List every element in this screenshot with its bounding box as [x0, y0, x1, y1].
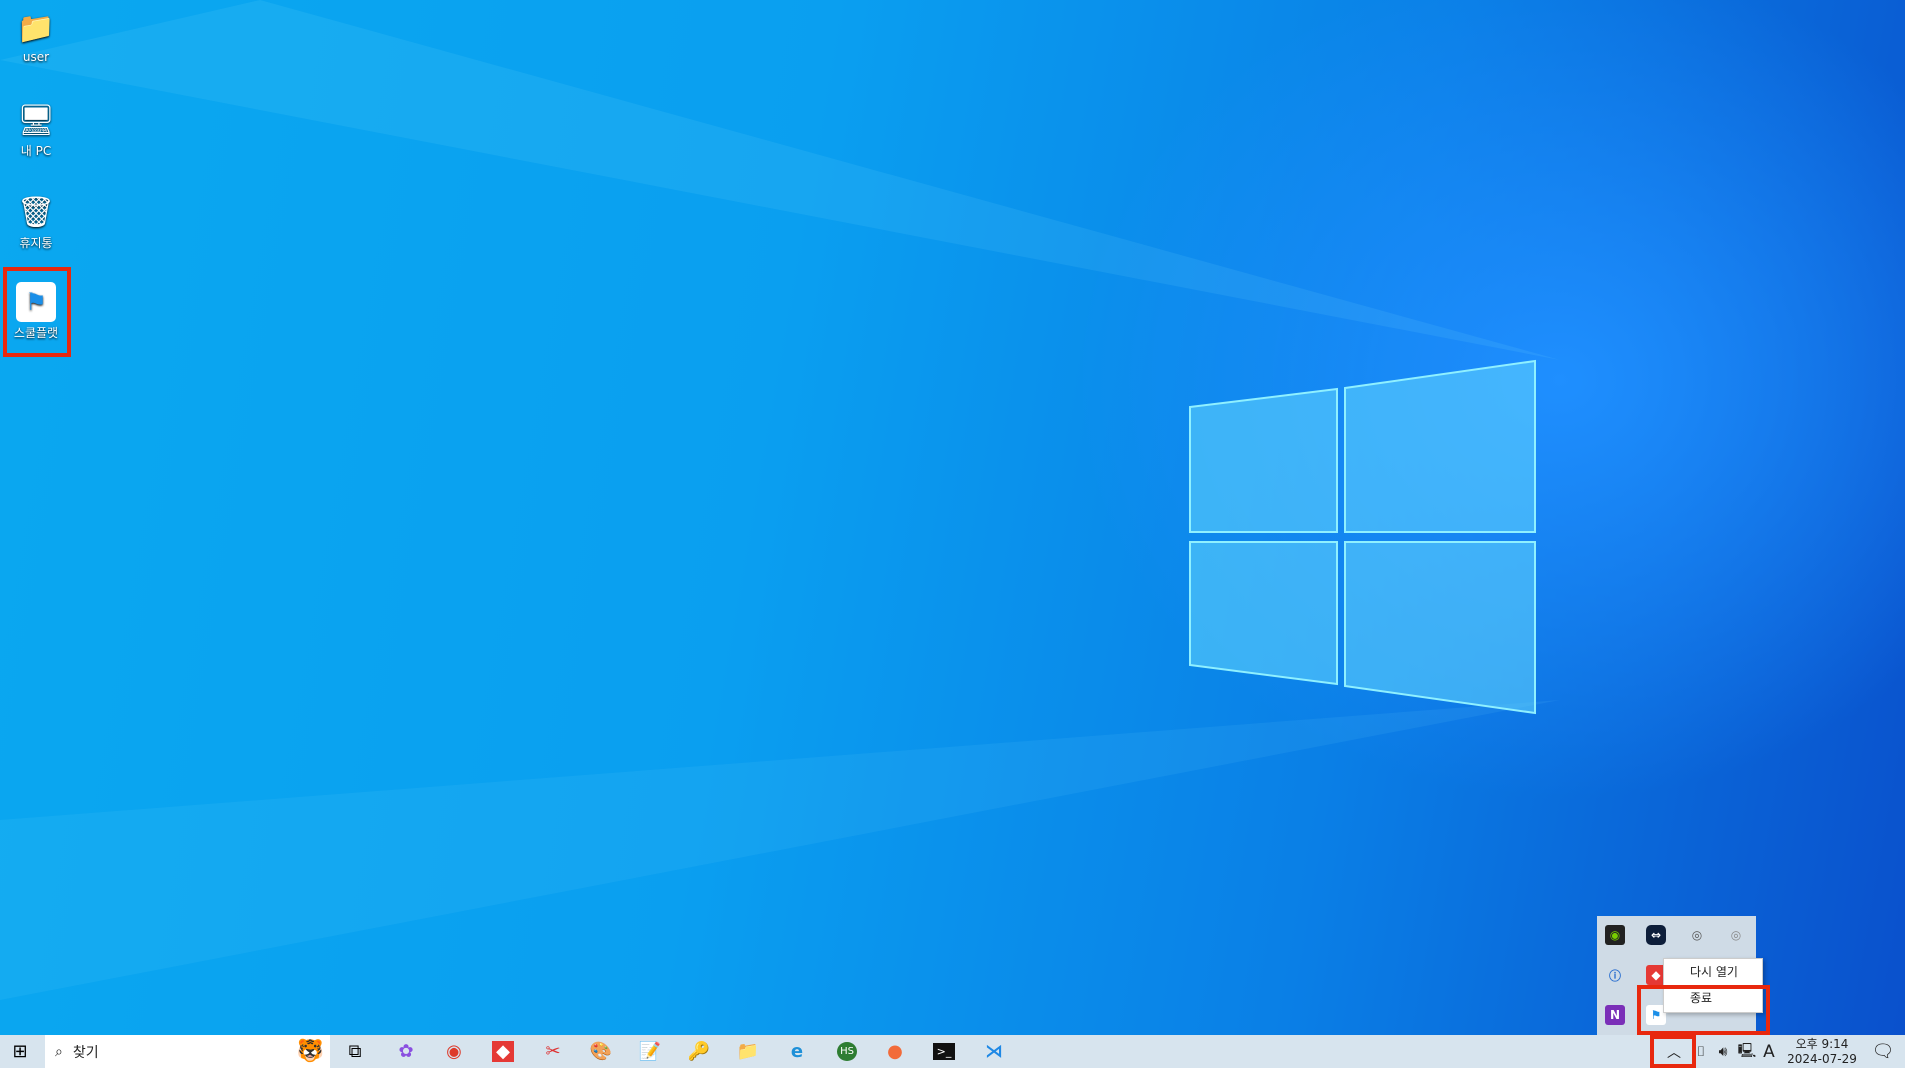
- notification-icon: 🗨: [1871, 1041, 1895, 1062]
- update-alert-icon[interactable]: ◎: [1687, 925, 1707, 945]
- network-icon[interactable]: 🖳: [1736, 1035, 1758, 1068]
- red-app-icon: ◆: [492, 1041, 514, 1062]
- volume-icon[interactable]: 🔊︎: [1712, 1035, 1734, 1068]
- tiger-illustration-icon: 🐯: [296, 1039, 324, 1064]
- notification-button[interactable]: 🗨: [1866, 1035, 1900, 1068]
- taskbar-postman[interactable]: ●: [875, 1035, 915, 1068]
- recycle-bin-icon: 🗑: [16, 194, 56, 230]
- menu-item-reopen[interactable]: 다시 열기: [1664, 959, 1762, 985]
- taskbar-copilot[interactable]: ✿: [386, 1035, 426, 1068]
- windows-icon: ⊞: [12, 1041, 28, 1062]
- desktop-icon-my-pc[interactable]: 🖥 내 PC: [4, 96, 68, 159]
- paint-icon: 🎨: [589, 1041, 613, 1062]
- taskbar-snipping-tool[interactable]: ✂: [533, 1035, 573, 1068]
- network-tool-icon: 🔑: [687, 1041, 711, 1062]
- folder-icon: 📁: [736, 1041, 760, 1062]
- postman-icon: ●: [887, 1041, 903, 1062]
- taskbar-hs-app[interactable]: HS: [827, 1035, 867, 1068]
- highlight-box-exit: [1637, 985, 1770, 1035]
- terminal-icon: >_: [932, 1043, 956, 1060]
- taskbar-notepad[interactable]: 📝: [630, 1035, 670, 1068]
- search-box[interactable]: ⌕ 찾기 🐯: [45, 1035, 330, 1068]
- meet-now-icon[interactable]: ⌷: [1690, 1035, 1712, 1068]
- vscode-icon: ⋊: [985, 1041, 1003, 1062]
- copilot-icon: ✿: [398, 1041, 414, 1062]
- hs-icon: HS: [837, 1042, 857, 1061]
- computer-icon: 🖥: [16, 102, 56, 138]
- taskbar-chrome[interactable]: ◉: [434, 1035, 474, 1068]
- taskbar-terminal[interactable]: >_: [924, 1035, 964, 1068]
- taskbar-vscode[interactable]: ⋊: [974, 1035, 1014, 1068]
- desktop-icon-user[interactable]: 📁 user: [4, 4, 68, 65]
- highlight-box-desktop: [3, 267, 71, 357]
- taskbar-paint[interactable]: 🎨: [581, 1035, 621, 1068]
- windows-logo: [1189, 359, 1536, 715]
- wallpaper: [0, 0, 1560, 1000]
- task-view-button[interactable]: ⧉: [335, 1035, 375, 1068]
- ring-app-icon[interactable]: ◎: [1726, 925, 1746, 945]
- search-icon: ⌕: [55, 1043, 63, 1060]
- start-button[interactable]: ⊞: [0, 1035, 40, 1068]
- taskbar-internet-explorer[interactable]: e: [777, 1035, 817, 1068]
- internet-explorer-icon: e: [790, 1041, 804, 1062]
- taskbar-file-explorer[interactable]: 📁: [728, 1035, 768, 1068]
- taskbar: ⊞ ⌕ 찾기 🐯 ⧉ ✿ ◉ ◆ ✂ 🎨 📝 🔑 📁 e HS ● >_ ⋊: [0, 1035, 1905, 1068]
- scissors-icon: ✂: [545, 1041, 561, 1062]
- clock[interactable]: 오후 9:14 2024-07-29: [1784, 1035, 1860, 1068]
- teamviewer-icon[interactable]: ⇔: [1646, 925, 1666, 945]
- taskbar-network-tool[interactable]: 🔑: [679, 1035, 719, 1068]
- user-folder-icon: 📁: [17, 10, 55, 46]
- clock-date: 2024-07-29: [1787, 1051, 1857, 1066]
- taskbar-red-app[interactable]: ◆: [483, 1035, 523, 1068]
- network-help-icon[interactable]: ⓘ: [1605, 965, 1625, 985]
- chrome-icon: ◉: [446, 1041, 462, 1062]
- ime-indicator[interactable]: A: [1758, 1035, 1780, 1068]
- task-view-icon: ⧉: [348, 1041, 362, 1062]
- notepad-icon: 📝: [638, 1041, 662, 1062]
- desktop-icon-recycle-bin[interactable]: 🗑 휴지통: [4, 188, 68, 251]
- nvidia-icon[interactable]: ◉: [1605, 925, 1625, 945]
- clock-time: 오후 9:14: [1795, 1036, 1849, 1051]
- onenote-icon[interactable]: N: [1605, 1005, 1625, 1025]
